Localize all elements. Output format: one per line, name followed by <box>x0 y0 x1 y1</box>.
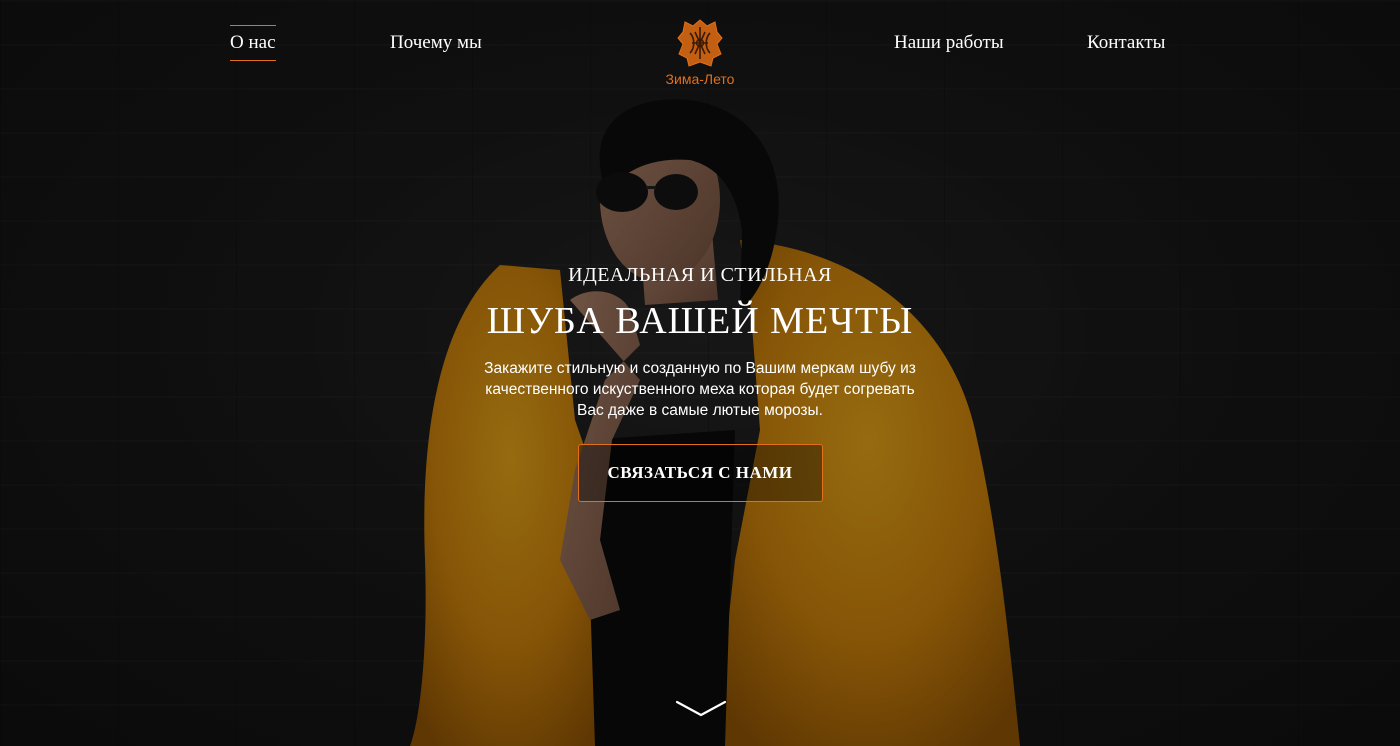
nav-item-contacts[interactable]: Контакты <box>1087 30 1165 56</box>
ornamental-leather-hide-icon <box>677 19 723 67</box>
logo-text: Зима-Лето <box>665 71 735 87</box>
hero-content: Идеальная и стильная Шуба вашей мечты За… <box>0 262 1400 502</box>
nav-item-about[interactable]: О нас <box>230 25 276 61</box>
logo[interactable]: Зима-Лето <box>650 18 750 90</box>
chevron-down-icon[interactable] <box>675 698 727 720</box>
hero-description: Закажите стильную и созданную по Вашим м… <box>484 360 916 419</box>
contact-us-button[interactable]: Связаться с нами <box>577 444 823 502</box>
nav-item-our-works[interactable]: Наши работы <box>894 30 1004 56</box>
hero-title: Шуба вашей мечты <box>486 300 914 342</box>
main-navigation: О нас Почему мы Зима-Лето Наши работы Ко… <box>0 0 1400 100</box>
hero-section: О нас Почему мы Зима-Лето Наши работы Ко… <box>0 0 1400 746</box>
nav-item-why-us[interactable]: Почему мы <box>390 30 482 56</box>
hero-subtitle: Идеальная и стильная <box>568 264 832 286</box>
